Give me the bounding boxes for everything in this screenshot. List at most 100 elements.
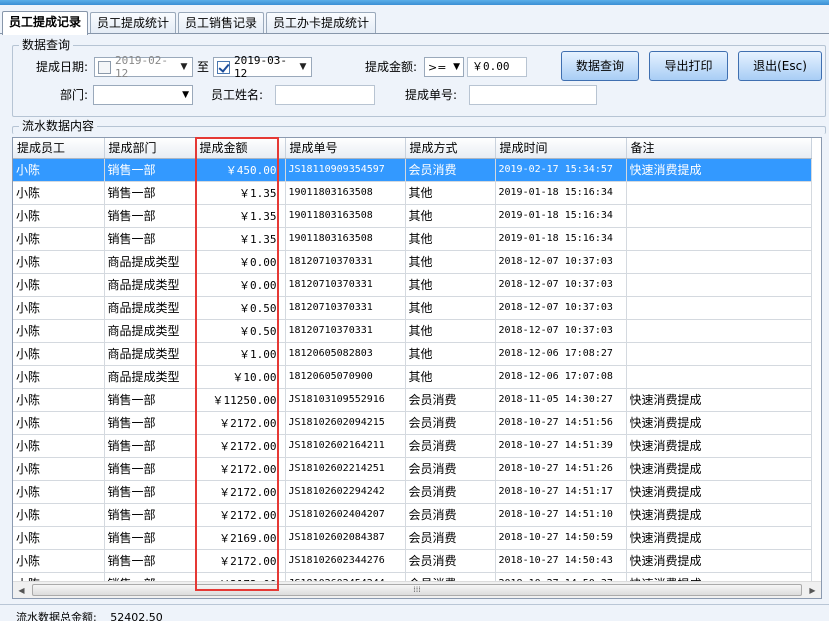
table-body: 小陈 销售一部 ￥450.00 JS18110909354597 会员消费 2019-02… xyxy=(13,158,812,596)
cell-remark xyxy=(626,296,812,320)
commission-order-input[interactable] xyxy=(469,85,597,105)
cell-time: 2018-12-07 10:37:03 xyxy=(495,296,627,320)
table-row[interactable]: 小陈 销售一部 ￥2172.00 JS18102602094215 会员消费 2018-1… xyxy=(13,411,812,435)
cell-order-no: JS18102602404207 xyxy=(285,503,406,527)
cell-amount: ￥1.35 xyxy=(195,204,286,228)
table-header-row: 提成员工 提成部门 提成金额 提成单号 提成方式 提成时间 备注 xyxy=(13,138,812,159)
table-row[interactable]: 小陈 商品提成类型 ￥0.00 18120710370331 其他 2018-12-07 … xyxy=(13,273,812,297)
table-row[interactable]: 小陈 商品提成类型 ￥10.00 18120605070900 其他 2018-12-06… xyxy=(13,365,812,389)
cell-method: 其他 xyxy=(405,227,496,251)
table-row[interactable]: 小陈 商品提成类型 ￥1.00 18120605082803 其他 2018-12-06 … xyxy=(13,342,812,366)
table-row[interactable]: 小陈 商品提成类型 ￥0.00 18120710370331 其他 2018-12-07 … xyxy=(13,250,812,274)
cell-remark: 快速消费提成 xyxy=(626,158,812,182)
table-row[interactable]: 小陈 销售一部 ￥2169.00 JS18102602084387 会员消费 2018-1… xyxy=(13,526,812,550)
cell-department: 商品提成类型 xyxy=(104,342,196,366)
cell-order-no: JS18102602094215 xyxy=(285,411,406,435)
cell-time: 2018-12-06 17:08:27 xyxy=(495,342,627,366)
cell-time: 2018-10-27 14:51:56 xyxy=(495,411,627,435)
cell-amount: ￥2172.00 xyxy=(195,434,286,458)
cell-order-no: JS18110909354597 xyxy=(285,158,406,182)
employee-name-input[interactable] xyxy=(275,85,375,105)
scroll-thumb[interactable]: ⁞⁞⁞ xyxy=(32,583,802,596)
cell-remark: 快速消费提成 xyxy=(626,434,812,458)
total-amount-value: 52402.50 xyxy=(110,611,163,621)
query-button[interactable]: 数据查询 xyxy=(561,51,639,81)
scroll-track[interactable]: ⁞⁞⁞ xyxy=(30,582,804,599)
cell-remark: 快速消费提成 xyxy=(626,388,812,412)
cell-employee: 小陈 xyxy=(13,158,105,182)
cell-department: 商品提成类型 xyxy=(104,273,196,297)
cell-employee: 小陈 xyxy=(13,273,105,297)
amount-input[interactable]: ￥0.00 xyxy=(467,57,527,77)
table-row[interactable]: 小陈 商品提成类型 ￥0.50 18120710370331 其他 2018-12-07 … xyxy=(13,319,812,343)
amount-operator-select[interactable]: >= ▼ xyxy=(424,57,464,77)
table-row[interactable]: 小陈 销售一部 ￥450.00 JS18110909354597 会员消费 2019-02… xyxy=(13,158,812,182)
cell-department: 商品提成类型 xyxy=(104,365,196,389)
cell-time: 2019-01-18 15:16:34 xyxy=(495,227,627,251)
cell-remark: 快速消费提成 xyxy=(626,526,812,550)
cell-department: 销售一部 xyxy=(104,388,196,412)
cell-department: 商品提成类型 xyxy=(104,250,196,274)
cell-time: 2018-10-27 14:51:39 xyxy=(495,434,627,458)
cell-department: 销售一部 xyxy=(104,204,196,228)
cell-remark xyxy=(626,273,812,297)
cell-method: 其他 xyxy=(405,204,496,228)
cell-department: 商品提成类型 xyxy=(104,319,196,343)
dept-label: 部门: xyxy=(60,88,89,102)
date-label: 提成日期: xyxy=(36,60,89,74)
cell-method: 会员消费 xyxy=(405,526,496,550)
col-header-remark[interactable]: 备注 xyxy=(626,138,812,159)
chevron-down-icon[interactable]: ▼ xyxy=(295,62,311,72)
cell-order-no: 18120710370331 xyxy=(285,296,406,320)
date-to-picker[interactable]: 2019-03-12 ▼ xyxy=(213,54,312,80)
tab-card-commission-stats[interactable]: 员工办卡提成统计 xyxy=(266,12,377,34)
cell-remark xyxy=(626,204,812,228)
cell-remark: 快速消费提成 xyxy=(626,549,812,573)
table-row[interactable]: 小陈 销售一部 ￥11250.00 JS18103109552916 会员消费 2018-… xyxy=(13,388,812,412)
table-row[interactable]: 小陈 销售一部 ￥1.35 19011803163508 其他 2019-01-18 15… xyxy=(13,227,812,251)
table-row[interactable]: 小陈 销售一部 ￥1.35 19011803163508 其他 2019-01-18 15… xyxy=(13,204,812,228)
export-print-button[interactable]: 导出打印 xyxy=(649,51,728,81)
cell-order-no: JS18102602344276 xyxy=(285,549,406,573)
chevron-down-icon[interactable]: ▼ xyxy=(176,62,192,72)
date-from-picker[interactable]: 2019-02-12 ▼ xyxy=(94,54,193,80)
date-from-value: 2019-02-12 xyxy=(115,54,168,80)
table-row[interactable]: 小陈 销售一部 ￥2172.00 JS18102602404207 会员消费 2018-1… xyxy=(13,503,812,527)
query-group-title: 数据查询 xyxy=(19,37,74,53)
tab-commission-records[interactable]: 员工提成记录 xyxy=(2,11,89,35)
col-header-time[interactable]: 提成时间 xyxy=(495,138,627,159)
cell-order-no: 18120710370331 xyxy=(285,319,406,343)
date-to-checkbox[interactable] xyxy=(217,60,230,74)
tab-commission-stats[interactable]: 员工提成统计 xyxy=(90,12,177,34)
cell-method: 会员消费 xyxy=(405,457,496,481)
cell-method: 会员消费 xyxy=(405,549,496,573)
tab-sales-records[interactable]: 员工销售记录 xyxy=(178,12,265,34)
cell-order-no: 19011803163508 xyxy=(285,181,406,205)
col-header-amount[interactable]: 提成金额 xyxy=(195,138,286,159)
table-row[interactable]: 小陈 商品提成类型 ￥0.50 18120710370331 其他 2018-12-07 … xyxy=(13,296,812,320)
cell-method: 其他 xyxy=(405,181,496,205)
date-from-checkbox[interactable] xyxy=(98,60,111,74)
cell-method: 其他 xyxy=(405,273,496,297)
name-label: 员工姓名: xyxy=(211,88,264,102)
commission-grid[interactable]: 提成员工 提成部门 提成金额 提成单号 提成方式 提成时间 备注 小陈 销售一部 ￥… xyxy=(12,137,822,599)
exit-button[interactable]: 退出(Esc) xyxy=(738,51,822,81)
table-row[interactable]: 小陈 销售一部 ￥2172.00 JS18102602214251 会员消费 2018-1… xyxy=(13,457,812,481)
col-header-department[interactable]: 提成部门 xyxy=(104,138,196,159)
scroll-right-icon[interactable]: ▶ xyxy=(804,586,821,595)
table-row[interactable]: 小陈 销售一部 ￥2172.00 JS18102602164211 会员消费 2018-1… xyxy=(13,434,812,458)
cell-department: 销售一部 xyxy=(104,158,196,182)
dept-select[interactable]: ▼ xyxy=(93,85,193,105)
col-header-method[interactable]: 提成方式 xyxy=(405,138,496,159)
horizontal-scrollbar[interactable]: ◀ ⁞⁞⁞ ▶ xyxy=(13,581,821,598)
table-row[interactable]: 小陈 销售一部 ￥2172.00 JS18102602344276 会员消费 2018-1… xyxy=(13,549,812,573)
cell-department: 销售一部 xyxy=(104,480,196,504)
cell-remark xyxy=(626,250,812,274)
cell-department: 销售一部 xyxy=(104,411,196,435)
col-header-employee[interactable]: 提成员工 xyxy=(13,138,105,159)
table-row[interactable]: 小陈 销售一部 ￥2172.00 JS18102602294242 会员消费 2018-1… xyxy=(13,480,812,504)
scroll-left-icon[interactable]: ◀ xyxy=(13,586,30,595)
cell-method: 会员消费 xyxy=(405,480,496,504)
table-row[interactable]: 小陈 销售一部 ￥1.35 19011803163508 其他 2019-01-18 15… xyxy=(13,181,812,205)
col-header-order-no[interactable]: 提成单号 xyxy=(285,138,406,159)
